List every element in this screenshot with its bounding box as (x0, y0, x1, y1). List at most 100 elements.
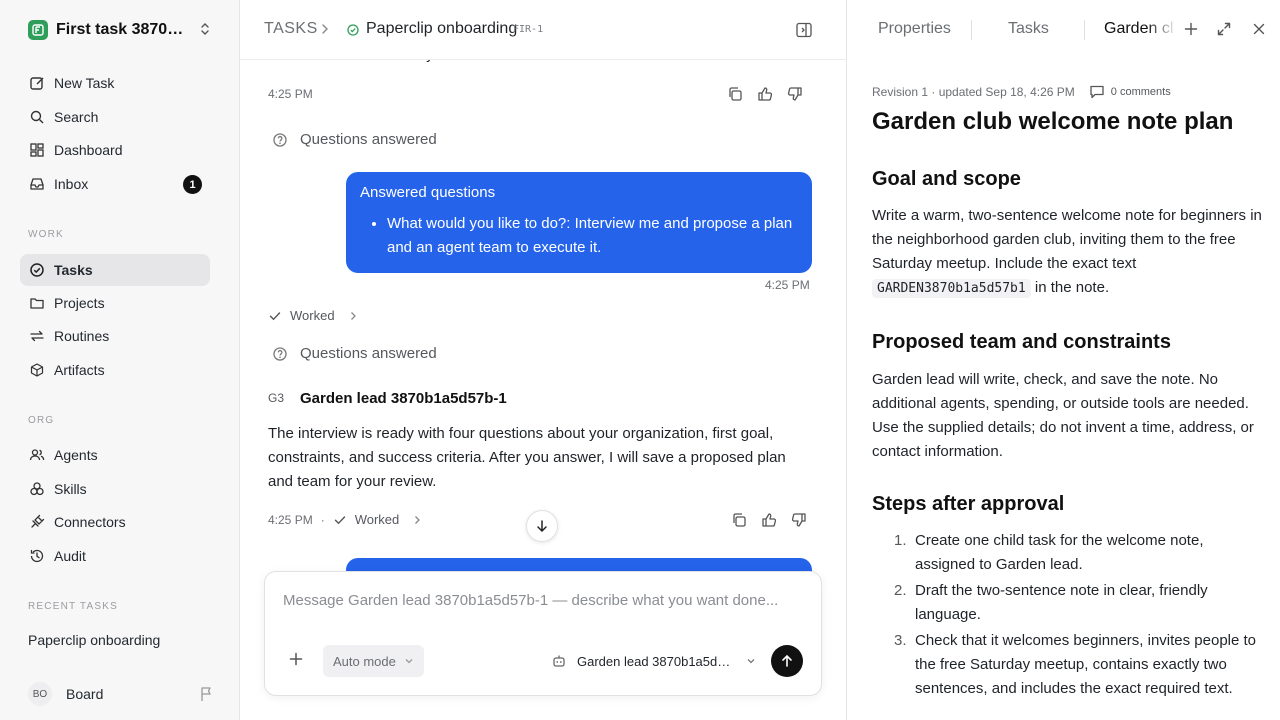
sidebar-item-label: Skills (54, 481, 87, 497)
list-item: 2. Draft the two-sentence note in clear, … (872, 579, 1264, 627)
sidebar-item-new-task[interactable]: New Task (20, 67, 210, 99)
inbox-count-badge: 1 (183, 175, 202, 194)
list-item-text: Create one child task for the welcome no… (915, 532, 1204, 573)
sidebar-item-artifacts[interactable]: Artifacts (20, 354, 210, 386)
sidebar-item-label: Agents (54, 447, 98, 463)
workspace-switcher[interactable]: First task 3870b1a5d57b1 (28, 19, 214, 41)
flag-icon[interactable] (200, 686, 214, 702)
avatar: BO (28, 682, 52, 706)
agent-message-text: The interview is ready with four questio… (268, 425, 786, 490)
agent-avatar: G3 (268, 391, 285, 405)
edit-icon (28, 74, 46, 92)
section-label-work: WORK (28, 229, 64, 240)
sidebar-item-label: Connectors (54, 514, 126, 530)
message-input[interactable] (283, 592, 803, 609)
sidebar-item-label: Tasks (54, 262, 93, 278)
thumbs-up-icon[interactable] (756, 85, 774, 103)
sidebar-item-tasks[interactable]: Tasks (20, 254, 210, 286)
sidebar-item-dashboard[interactable]: Dashboard (20, 134, 210, 166)
sidebar-item-inbox[interactable]: Inbox 1 (20, 168, 210, 200)
section-paragraph: Garden lead will write, check, and save … (872, 371, 1254, 460)
add-tab-plus-icon[interactable] (1183, 21, 1199, 37)
page-title: Paperclip onboarding (366, 20, 518, 37)
skills-icon (28, 480, 46, 498)
attach-plus-icon[interactable] (289, 652, 303, 666)
comments-button[interactable]: 0 comments (1089, 84, 1171, 99)
message-composer: Auto mode Garden lead 3870b1a5d57b-1 (264, 571, 822, 696)
timestamp: 4:25 PM (268, 87, 313, 101)
topbar: TASKS Paperclip onboarding FIR-1 (240, 0, 846, 60)
copy-icon[interactable] (730, 511, 748, 529)
copy-icon[interactable] (726, 85, 744, 103)
breadcrumb-root[interactable]: TASKS (264, 20, 318, 38)
sidebar-item-projects[interactable]: Projects (20, 287, 210, 319)
panel-toggle-icon[interactable] (795, 21, 813, 39)
folder-icon (28, 294, 46, 312)
inbox-icon (28, 175, 46, 193)
send-button[interactable] (771, 645, 803, 677)
users-icon (28, 446, 46, 464)
timestamp: 4:25 PM (268, 512, 313, 527)
list-item-text: Draft the two-sentence note in clear, fr… (915, 582, 1208, 623)
sidebar-item-label: Inbox (54, 176, 89, 192)
panel-tabs: Properties Tasks Garden club (847, 0, 1280, 60)
sidebar-item-label: Audit (54, 548, 86, 564)
chevron-right-icon (320, 23, 330, 35)
sidebar-item-label: Routines (54, 328, 110, 344)
mode-select[interactable]: Auto mode (323, 645, 424, 677)
sidebar-item-agents[interactable]: Agents (20, 439, 210, 471)
close-icon[interactable] (1251, 21, 1267, 37)
worked-toggle[interactable]: Worked (333, 512, 422, 527)
thumbs-down-icon[interactable] (790, 511, 808, 529)
main-pane: TASKS Paperclip onboarding FIR-1 teammat… (240, 0, 846, 720)
sidebar-item-connectors[interactable]: Connectors (20, 506, 210, 538)
sidebar-item-skills[interactable]: Skills (20, 473, 210, 505)
list-item: 1. Create one child task for the welcome … (872, 529, 1264, 577)
search-icon (28, 108, 46, 126)
arrow-up-icon (780, 654, 794, 668)
paragraph-text: Write a warm, two-sentence welcome note … (872, 207, 1262, 272)
list-number: 2. (894, 582, 907, 599)
section-label-recent: RECENT TASKS (28, 601, 118, 612)
agent-select[interactable]: Garden lead 3870b1a5d57b-1 (551, 653, 756, 669)
box-icon (28, 361, 46, 379)
plug-icon (28, 513, 46, 531)
help-circle-icon (272, 132, 288, 148)
tab-divider (1084, 20, 1085, 40)
timestamp: 4:25 PM (765, 278, 810, 292)
expand-icon[interactable] (1216, 21, 1232, 37)
board-switcher[interactable]: BO Board (28, 682, 214, 706)
list-item: 3. Check that it welcomes beginners, invi… (872, 629, 1264, 701)
sidebar-item-routines[interactable]: Routines (20, 320, 210, 352)
worked-toggle[interactable]: Worked (268, 308, 357, 323)
workspace-name: First task 3870b1a5d57b1 (56, 21, 191, 38)
sidebar-item-search[interactable]: Search (20, 101, 210, 133)
section-heading: Proposed team and constraints (872, 331, 1171, 353)
meta-separator: · (320, 512, 325, 527)
tab-properties[interactable]: Properties (878, 20, 951, 38)
sidebar-item-audit[interactable]: Audit (20, 540, 210, 572)
message-actions (726, 85, 804, 103)
list-item-text: Check that it welcomes beginners, invite… (915, 632, 1257, 697)
document-title: Garden club welcome note plan (872, 108, 1234, 135)
sidebar-item-label: Projects (54, 295, 105, 311)
board-label: Board (66, 686, 104, 702)
repeat-icon (28, 327, 46, 345)
section-label-org: ORG (28, 415, 55, 426)
thumbs-down-icon[interactable] (786, 85, 804, 103)
section-paragraph: Write a warm, two-sentence welcome note … (872, 204, 1264, 301)
agent-select-label: Garden lead 3870b1a5d57b-1 (577, 653, 732, 669)
recent-task-item[interactable]: Paperclip onboarding (28, 632, 160, 648)
check-circle-icon (28, 261, 46, 279)
thumbs-up-icon[interactable] (760, 511, 778, 529)
tab-tasks[interactable]: Tasks (1008, 20, 1049, 38)
message-actions (730, 511, 808, 529)
agent-message-meta: 4:25 PM · Worked (268, 512, 421, 527)
document-panel: Properties Tasks Garden club Revision 1 … (846, 0, 1280, 720)
agent-message-header: G3 Garden lead 3870b1a5d57b-1 (268, 388, 507, 408)
tab-overflow-fade (1147, 14, 1177, 46)
scroll-to-bottom-button[interactable] (526, 510, 558, 542)
bot-icon (551, 653, 567, 669)
questions-answered-label: Questions answered (300, 131, 437, 148)
sidebar-item-label: Dashboard (54, 142, 123, 158)
